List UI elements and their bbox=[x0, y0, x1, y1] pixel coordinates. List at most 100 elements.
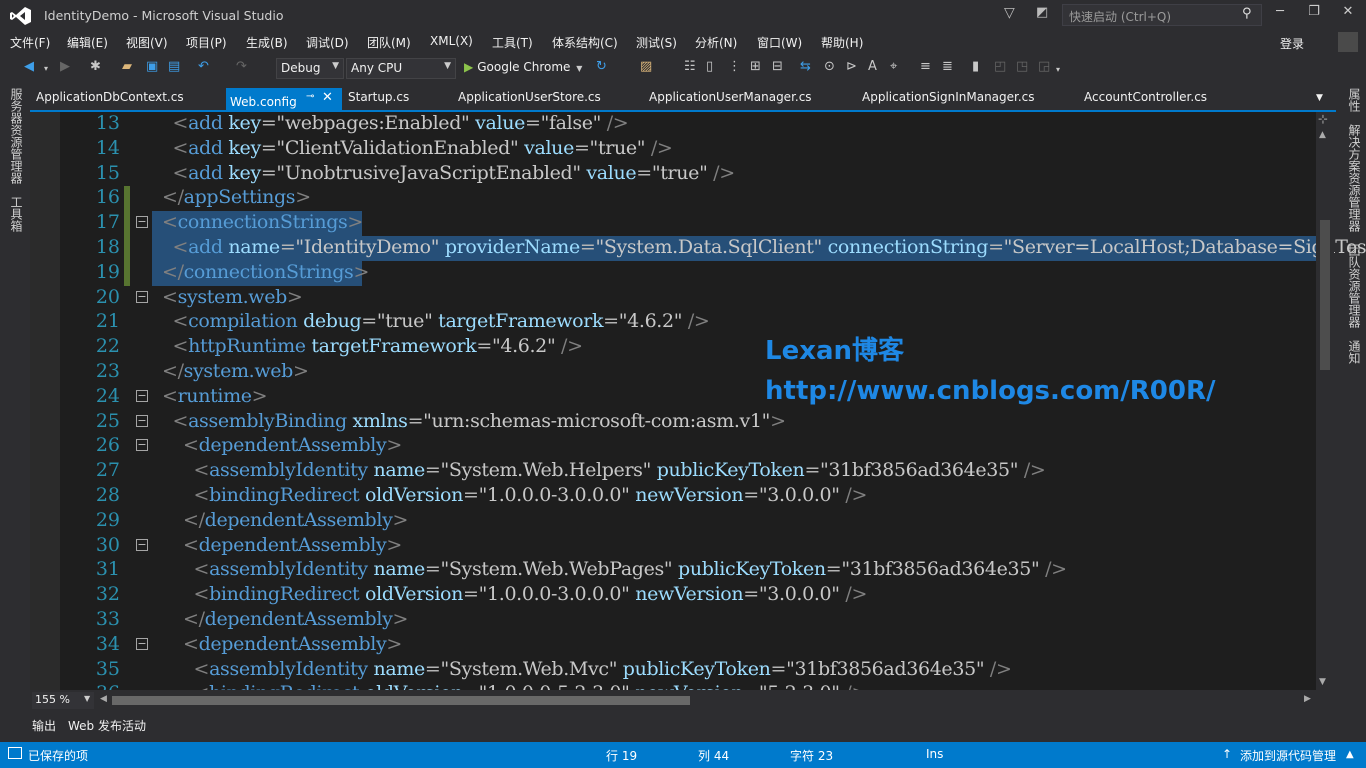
code-line[interactable]: 26 − <dependentAssembly> bbox=[0, 434, 1290, 459]
undo-icon[interactable]: ↶ bbox=[198, 59, 209, 74]
tab-applicationusermanager[interactable]: ApplicationUserManager.cs bbox=[649, 90, 812, 104]
tab-accountcontroller[interactable]: AccountController.cs bbox=[1084, 90, 1207, 104]
menu-analyze[interactable]: 分析(N) bbox=[695, 34, 737, 51]
solution-configuration-select[interactable]: Debug ▼ bbox=[276, 58, 344, 79]
prev-bookmark-icon[interactable]: ◰ bbox=[994, 59, 1006, 74]
close-icon[interactable]: ✕ bbox=[322, 90, 333, 105]
menu-window[interactable]: 窗口(W) bbox=[757, 34, 802, 51]
collapse-icon[interactable]: − bbox=[136, 414, 148, 427]
code-line[interactable]: 33 </dependentAssembly> bbox=[0, 608, 1290, 633]
tab-overflow-icon[interactable]: ▼ bbox=[1316, 93, 1323, 103]
menu-xml[interactable]: XML(X) bbox=[430, 34, 473, 48]
feedback-icon[interactable]: ◩ bbox=[1036, 5, 1048, 20]
scroll-up-icon[interactable]: ▲ bbox=[1319, 130, 1326, 140]
toolbar-icon-1[interactable]: ☷ bbox=[684, 59, 696, 74]
menu-build[interactable]: 生成(B) bbox=[246, 34, 288, 51]
properties-tab[interactable]: 属性 bbox=[1346, 88, 1363, 112]
add-to-source-control-button[interactable]: 添加到源代码管理 bbox=[1240, 747, 1336, 764]
navigate-forward-icon[interactable]: ▶ bbox=[60, 59, 70, 74]
collapse-icon[interactable]: − bbox=[136, 216, 148, 229]
tab-startup[interactable]: Startup.cs bbox=[348, 90, 409, 104]
notifications-filter-icon[interactable]: ▽ bbox=[1004, 5, 1015, 21]
code-line[interactable]: 18 <add name="IdentityDemo" providerName=… bbox=[0, 236, 1366, 261]
toolbar-icon-8[interactable]: ⊳ bbox=[846, 59, 857, 74]
tab-web-publish-activity[interactable]: Web 发布活动 bbox=[68, 717, 146, 734]
menu-help[interactable]: 帮助(H) bbox=[821, 34, 863, 51]
toolbar-icon-6[interactable]: ⇆ bbox=[800, 59, 811, 74]
minimize-button[interactable]: ─ bbox=[1268, 4, 1292, 19]
uncomment-icon[interactable]: ≣ bbox=[942, 59, 953, 74]
start-debugging-button[interactable]: ▶ Google Chrome ▼ bbox=[464, 60, 582, 74]
account-avatar[interactable] bbox=[1338, 32, 1358, 52]
comment-icon[interactable]: ≡ bbox=[920, 59, 931, 74]
code-line[interactable]: 19 </connectionStrings> bbox=[0, 260, 1290, 286]
refresh-icon[interactable]: ↻ bbox=[596, 59, 607, 74]
code-line[interactable]: 16 </appSettings> bbox=[0, 186, 1290, 212]
toolbar-icon-3[interactable]: ⋮ bbox=[728, 59, 741, 74]
redo-icon[interactable]: ↷ bbox=[236, 59, 247, 74]
save-all-icon[interactable]: ▤ bbox=[168, 59, 180, 74]
menu-tools[interactable]: 工具(T) bbox=[492, 34, 533, 51]
toolbar-icon-4[interactable]: ⊞ bbox=[750, 59, 761, 74]
code-line[interactable]: 21 <compilation debug="true" targetFramew… bbox=[0, 310, 1290, 335]
chevron-up-icon[interactable]: ▲ bbox=[1346, 749, 1354, 760]
code-line[interactable]: 30 − <dependentAssembly> bbox=[0, 534, 1290, 559]
maximize-button[interactable]: ❐ bbox=[1302, 4, 1326, 19]
code-line[interactable]: 34 − <dependentAssembly> bbox=[0, 633, 1290, 658]
toolbar-overflow-icon[interactable]: ▾ bbox=[1056, 65, 1060, 74]
notifications-tab[interactable]: 通知 bbox=[1346, 340, 1363, 364]
code-line[interactable]: 25 − <assemblyBinding xmlns="urn:schemas-m… bbox=[0, 410, 1290, 435]
collapse-icon[interactable]: − bbox=[136, 637, 148, 650]
collapse-icon[interactable]: − bbox=[136, 290, 148, 303]
scroll-down-icon[interactable]: ▼ bbox=[1319, 677, 1326, 687]
code-line[interactable]: 35 <assemblyIdentity name="System.Web.Mvc… bbox=[0, 658, 1290, 683]
code-line[interactable]: 20 − <system.web> bbox=[0, 286, 1290, 311]
collapse-icon[interactable]: − bbox=[136, 389, 148, 402]
scroll-right-icon[interactable]: ▶ bbox=[1304, 694, 1311, 704]
quick-launch-input[interactable]: 快速启动 (Ctrl+Q) bbox=[1062, 4, 1262, 26]
arrow-up-icon[interactable]: ↑ bbox=[1222, 747, 1232, 761]
bookmark-icon[interactable]: ▮ bbox=[972, 59, 979, 74]
menu-team[interactable]: 团队(M) bbox=[367, 34, 411, 51]
code-line[interactable]: 22 <httpRuntime targetFramework="4.6.2" /… bbox=[0, 335, 1290, 360]
toolbar-icon-10[interactable]: ⌖ bbox=[890, 59, 897, 74]
code-line[interactable]: 31 <assemblyIdentity name="System.Web.Web… bbox=[0, 558, 1290, 583]
save-icon[interactable]: ▣ bbox=[146, 59, 158, 74]
menu-file[interactable]: 文件(F) bbox=[10, 34, 50, 51]
tab-output[interactable]: 输出 bbox=[32, 717, 56, 734]
menu-project[interactable]: 项目(P) bbox=[186, 34, 227, 51]
back-dropdown-icon[interactable]: ▾ bbox=[44, 64, 48, 73]
code-line[interactable]: 27 <assemblyIdentity name="System.Web.Hel… bbox=[0, 459, 1290, 484]
browser-link-icon[interactable]: ▨ bbox=[640, 59, 652, 74]
search-icon[interactable]: ⚲ bbox=[1242, 6, 1252, 21]
toolbar-icon-5[interactable]: ⊟ bbox=[772, 59, 783, 74]
solution-platform-select[interactable]: Any CPU ▼ bbox=[346, 58, 456, 79]
code-line[interactable]: 13 <add key="webpages:Enabled" value="fal… bbox=[0, 112, 1290, 137]
collapse-icon[interactable]: − bbox=[136, 439, 148, 452]
code-line[interactable]: 29 </dependentAssembly> bbox=[0, 509, 1290, 534]
toolbar-icon-9[interactable]: A bbox=[868, 59, 877, 74]
chevron-down-icon[interactable]: ▼ bbox=[84, 694, 90, 703]
tab-applicationuserstore[interactable]: ApplicationUserStore.cs bbox=[458, 90, 601, 104]
tab-applicationsigninmanager[interactable]: ApplicationSignInManager.cs bbox=[862, 90, 1035, 104]
pin-icon[interactable]: ⊸ bbox=[306, 91, 314, 102]
menu-test[interactable]: 测试(S) bbox=[636, 34, 677, 51]
code-line[interactable]: 32 <bindingRedirect oldVersion="1.0.0.0-3… bbox=[0, 583, 1290, 608]
open-file-icon[interactable]: ▰ bbox=[122, 59, 132, 74]
code-line[interactable]: 17 − <connectionStrings> bbox=[0, 211, 1290, 237]
menu-view[interactable]: 视图(V) bbox=[126, 34, 168, 51]
solution-explorer-tab[interactable]: 解决方案资源管理器 bbox=[1346, 124, 1363, 232]
horizontal-scroll-thumb[interactable] bbox=[112, 696, 690, 705]
sign-in-link[interactable]: 登录 bbox=[1280, 35, 1304, 52]
new-project-icon[interactable]: ✱ bbox=[90, 59, 101, 74]
toolbar-icon-7[interactable]: ⊙ bbox=[824, 59, 835, 74]
menu-debug[interactable]: 调试(D) bbox=[306, 34, 349, 51]
menu-edit[interactable]: 编辑(E) bbox=[67, 34, 108, 51]
tab-applicationdbcontext[interactable]: ApplicationDbContext.cs bbox=[36, 90, 184, 104]
code-line[interactable]: 14 <add key="ClientValidationEnabled" val… bbox=[0, 137, 1290, 162]
navigate-back-icon[interactable]: ◀ bbox=[24, 59, 34, 74]
toolbar-icon-2[interactable]: ▯ bbox=[706, 59, 713, 74]
split-window-icon[interactable]: ⊹ bbox=[1318, 112, 1328, 126]
vertical-scrollbar[interactable] bbox=[1316, 112, 1334, 690]
code-line[interactable]: 28 <bindingRedirect oldVersion="1.0.0.0-3… bbox=[0, 484, 1290, 509]
